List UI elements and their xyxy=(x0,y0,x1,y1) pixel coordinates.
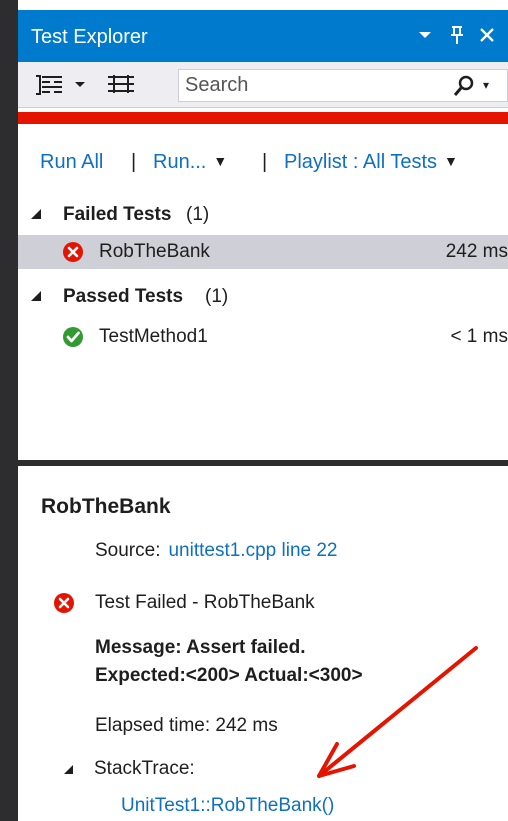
expanded-triangle-icon xyxy=(31,291,41,301)
playlist-menu-label: Playlist : All Tests xyxy=(284,151,438,173)
command-separator: | xyxy=(262,151,268,173)
app-root: Test Explorer Search ▾ Run All | Run... … xyxy=(0,0,508,821)
search-icon-svg xyxy=(453,75,474,96)
run-menu[interactable]: Run... ▼ xyxy=(153,151,227,174)
command-bar: Run All | Run... ▼ | Playlist : All Tests… xyxy=(18,145,508,181)
source-line: Source: unittest1.cpp line 22 xyxy=(95,540,338,562)
expected-actual-line: Expected:<200> Actual:<300> xyxy=(95,665,363,686)
search-icon[interactable] xyxy=(452,75,476,97)
chevron-down-icon[interactable] xyxy=(71,70,89,100)
run-menu-label: Run... xyxy=(153,151,207,173)
run-menu-chevron-icon: ▼ xyxy=(213,153,228,169)
chevron-down-icon-svg xyxy=(75,82,85,87)
stacktrace-link[interactable]: UnitTest1::RobTheBank() xyxy=(121,795,334,817)
failed-tests-group[interactable]: Failed Tests (1) xyxy=(18,198,508,232)
source-label: Source: xyxy=(95,540,161,561)
group-by-icon[interactable] xyxy=(32,70,66,100)
dropdown-arrow-icon[interactable] xyxy=(410,20,440,50)
test-row-robthebank[interactable]: RobTheBank 242 ms xyxy=(18,235,508,269)
run-all-link[interactable]: Run All xyxy=(40,151,103,174)
list-icon[interactable] xyxy=(101,70,141,100)
elapsed-time: Elapsed time: 242 ms xyxy=(95,715,278,736)
close-icon-svg xyxy=(480,28,494,42)
close-icon[interactable] xyxy=(472,20,502,50)
passed-tests-count: (1) xyxy=(205,286,229,307)
source-link[interactable]: unittest1.cpp line 22 xyxy=(168,540,337,561)
title-bar: Test Explorer xyxy=(18,10,508,62)
test-row-testmethod1[interactable]: TestMethod1 < 1 ms xyxy=(18,320,508,354)
expanded-triangle-icon xyxy=(64,765,73,774)
passed-tests-label: Passed Tests xyxy=(63,286,184,307)
expanded-triangle-icon xyxy=(31,209,41,219)
panel-splitter[interactable] xyxy=(18,460,508,466)
pin-icon-svg xyxy=(451,26,463,44)
playlist-menu[interactable]: Playlist : All Tests ▼ xyxy=(284,151,458,174)
test-status-bar xyxy=(18,112,508,124)
search-input[interactable] xyxy=(185,73,435,98)
test-duration: < 1 ms xyxy=(450,326,508,347)
test-name: RobTheBank xyxy=(99,241,210,262)
toolbar: ▾ xyxy=(18,62,508,108)
test-explorer-window: Test Explorer Search ▾ Run All | Run... … xyxy=(18,0,508,821)
left-dark-edge xyxy=(0,0,18,821)
failed-icon xyxy=(63,242,83,262)
failed-icon xyxy=(54,593,74,613)
selected-test-title: RobTheBank xyxy=(41,495,171,518)
test-duration: 242 ms xyxy=(445,241,508,262)
passed-tests-group[interactable]: Passed Tests (1) xyxy=(18,280,508,314)
stacktrace-label: StackTrace: xyxy=(94,758,195,779)
passed-icon xyxy=(63,327,83,347)
dropdown-arrow-icon-svg xyxy=(419,32,431,38)
failed-tests-label: Failed Tests xyxy=(63,204,172,225)
test-tree: Failed Tests (1) RobTheBank 242 ms Passe… xyxy=(18,198,508,358)
test-details-panel: RobTheBank Source: unittest1.cpp line 22 … xyxy=(18,470,508,821)
search-options-icon[interactable]: ▾ xyxy=(483,77,489,93)
playlist-chevron-icon: ▼ xyxy=(444,153,458,169)
pin-icon[interactable] xyxy=(442,20,472,50)
assert-message: Message: Assert failed. Expected:<200> A… xyxy=(95,634,495,690)
test-name: TestMethod1 xyxy=(99,326,208,347)
group-by-icon-svg xyxy=(36,75,62,95)
window-title: Test Explorer xyxy=(31,26,148,48)
test-failed-text: Test Failed - RobTheBank xyxy=(95,592,315,613)
list-icon-svg xyxy=(108,75,134,93)
search-box[interactable]: ▾ xyxy=(178,69,508,102)
stacktrace-row[interactable]: StackTrace: xyxy=(63,758,463,786)
failed-tests-count: (1) xyxy=(186,204,210,225)
command-separator: | xyxy=(131,151,137,173)
message-line: Message: Assert failed. xyxy=(95,637,306,658)
